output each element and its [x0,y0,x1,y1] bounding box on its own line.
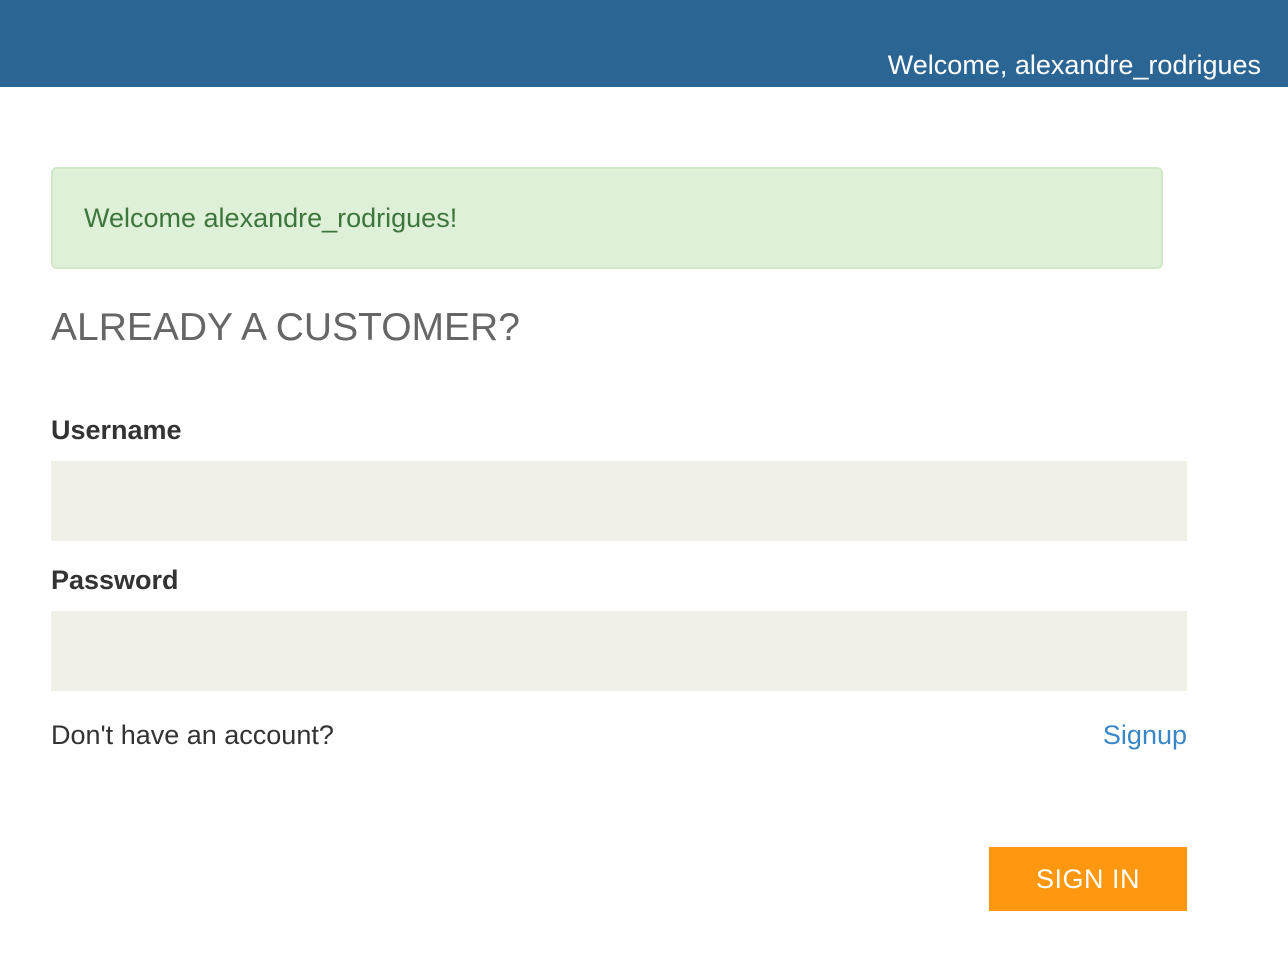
sign-in-button[interactable]: SIGN IN [989,847,1187,911]
password-input[interactable] [51,611,1187,691]
username-label: Username [51,415,182,445]
success-alert: Welcome alexandre_rodrigues! [51,167,1163,269]
password-label: Password [51,565,179,595]
alert-message: Welcome alexandre_rodrigues! [84,203,458,233]
username-input[interactable] [51,461,1187,541]
login-heading: ALREADY A CUSTOMER? [51,306,520,349]
header-welcome-text: Welcome, alexandre_rodrigues [887,50,1261,80]
signup-link[interactable]: Signup [1103,718,1187,752]
top-header-bar: Welcome, alexandre_rodrigues [0,0,1288,87]
no-account-text: Don't have an account? [51,720,334,750]
